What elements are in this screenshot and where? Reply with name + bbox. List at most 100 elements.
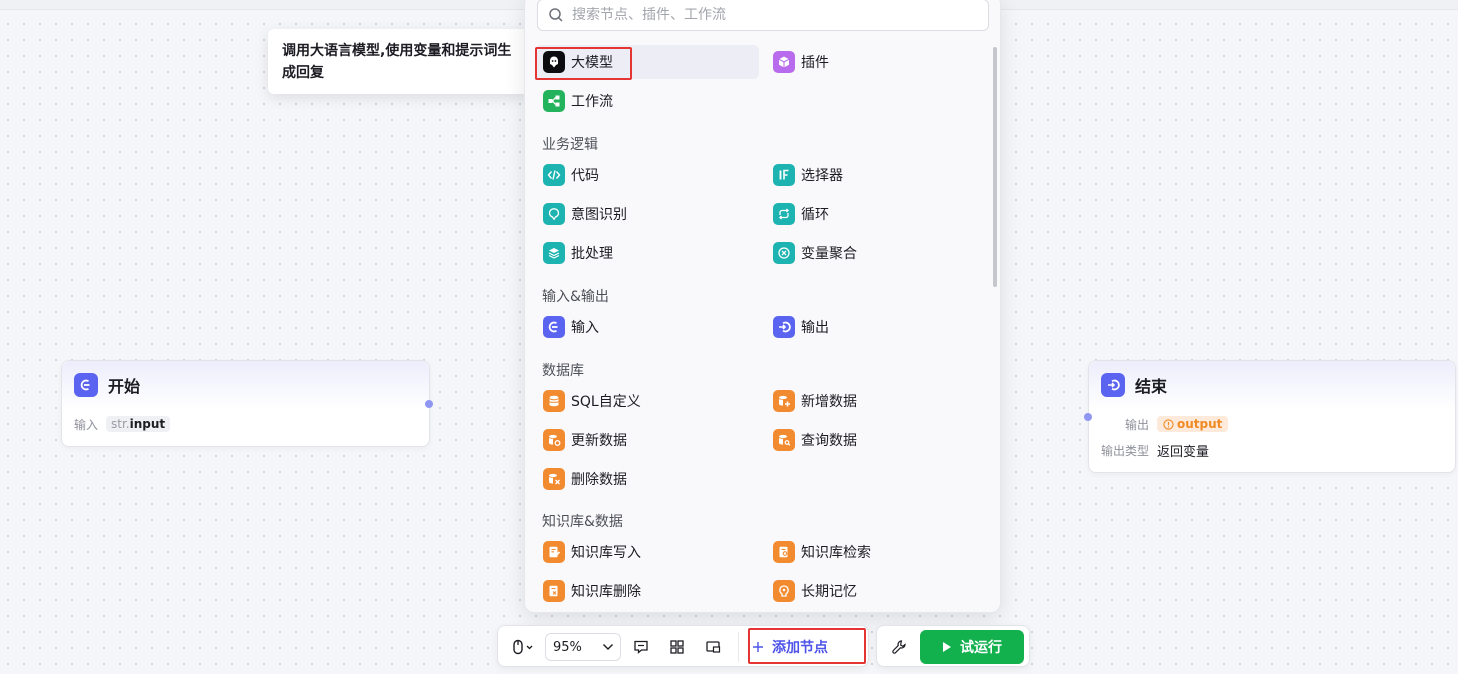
node-item-variable-merge-label: 变量聚合 [801, 246, 857, 262]
section-title-business-logic: 业务逻辑 [542, 137, 598, 153]
mouse-mode-button[interactable] [506, 635, 540, 659]
node-item-long-term-memory-label: 长期记忆 [801, 584, 857, 600]
chevron-down-icon [603, 644, 613, 650]
node-item-plugin-label: 插件 [801, 55, 829, 71]
llm-tooltip: 调用大语言模型,使用变量和提示词生成回复 [268, 29, 528, 94]
end-node-input-port[interactable] [1084, 413, 1092, 421]
section-title-io: 输入&输出 [542, 289, 609, 305]
start-node-title: 开始 [108, 377, 141, 396]
database-update-icon [543, 429, 565, 451]
node-item-workflow-label: 工作流 [571, 94, 613, 110]
node-item-query-data[interactable]: 查询数据 [765, 423, 985, 457]
zoom-select[interactable]: 95% [545, 633, 621, 661]
test-run-label: 试运行 [960, 640, 1002, 656]
node-item-delete-data-label: 删除数据 [571, 472, 627, 488]
node-item-knowledge-search[interactable]: 知识库检索 [765, 535, 985, 569]
node-item-update-data-label: 更新数据 [571, 433, 627, 449]
node-item-input[interactable]: 输入 [535, 310, 755, 344]
knowledge-write-icon [543, 541, 565, 563]
end-node-header: 结束 [1089, 361, 1455, 409]
node-item-knowledge-write-label: 知识库写入 [571, 545, 641, 561]
if-icon [773, 164, 795, 186]
knowledge-search-icon [773, 541, 795, 563]
node-item-llm[interactable]: 大模型 [535, 45, 759, 79]
section-title-database: 数据库 [542, 363, 584, 379]
canvas-toolbar: 95% 添加节点 [497, 625, 869, 667]
node-item-variable-merge[interactable]: 变量聚合 [765, 236, 985, 270]
node-item-delete-data[interactable]: 删除数据 [535, 462, 755, 496]
batch-layers-icon [543, 242, 565, 264]
warning-circle-icon [1163, 418, 1174, 430]
wrench-icon [892, 640, 906, 654]
node-item-sql-custom[interactable]: SQL自定义 [535, 384, 755, 418]
start-node-header: 开始 [62, 361, 429, 409]
knowledge-delete-icon [543, 580, 565, 602]
database-add-icon [773, 390, 795, 412]
node-item-insert-data[interactable]: 新增数据 [765, 384, 985, 418]
node-item-batch-label: 批处理 [571, 246, 613, 262]
code-icon [543, 164, 565, 186]
play-icon [943, 642, 951, 652]
node-item-selector[interactable]: 选择器 [765, 158, 985, 192]
workflow-icon [543, 90, 565, 112]
node-item-long-term-memory[interactable]: 长期记忆 [765, 574, 985, 608]
start-node-output-port[interactable] [425, 400, 433, 408]
minimap-button[interactable] [701, 635, 725, 659]
database-query-icon [773, 429, 795, 451]
end-node-title: 结束 [1135, 377, 1168, 396]
node-item-knowledge-search-label: 知识库检索 [801, 545, 871, 561]
node-item-input-label: 输入 [571, 320, 599, 336]
end-node-type-row: 输出类型 返回变量 [1089, 437, 1455, 463]
section-title-knowledge: 知识库&数据 [542, 514, 623, 530]
variable-merge-icon [773, 242, 795, 264]
node-item-update-data[interactable]: 更新数据 [535, 423, 755, 457]
node-item-loop[interactable]: 循环 [765, 197, 985, 231]
node-search-input[interactable] [572, 7, 978, 23]
node-item-output[interactable]: 输出 [765, 310, 985, 344]
node-item-sql-custom-label: SQL自定义 [571, 394, 641, 410]
loop-icon [773, 203, 795, 225]
llm-icon [543, 51, 565, 73]
minimap-icon [706, 641, 721, 653]
start-node[interactable]: 开始 输入 str.input [61, 360, 430, 447]
node-search-box[interactable] [537, 0, 989, 31]
node-item-workflow[interactable]: 工作流 [535, 84, 755, 118]
debug-tools-button[interactable] [887, 635, 911, 659]
auto-layout-button[interactable] [665, 635, 689, 659]
node-item-knowledge-delete[interactable]: 知识库删除 [535, 574, 755, 608]
end-node-icon [1101, 373, 1125, 397]
node-item-llm-label: 大模型 [571, 55, 613, 71]
zoom-value: 95% [553, 639, 582, 655]
plugin-cube-icon [773, 51, 795, 73]
start-input-type: str. [111, 417, 130, 431]
add-node-button[interactable]: 添加节点 [752, 635, 828, 659]
database-icon [543, 390, 565, 412]
node-item-intent[interactable]: 意图识别 [535, 197, 755, 231]
end-node-output-row: 输出 output [1089, 411, 1455, 437]
node-item-batch[interactable]: 批处理 [535, 236, 755, 270]
node-item-selector-label: 选择器 [801, 168, 843, 184]
search-icon [549, 8, 563, 22]
start-input-var: str.input [106, 416, 171, 432]
node-item-plugin[interactable]: 插件 [765, 45, 985, 79]
plus-icon [753, 642, 763, 652]
input-icon [543, 316, 565, 338]
end-output-type-value: 返回变量 [1157, 444, 1210, 460]
comment-icon [634, 640, 648, 654]
start-node-icon [74, 373, 98, 397]
node-item-code[interactable]: 代码 [535, 158, 755, 192]
run-toolbar: 试运行 [876, 625, 1030, 667]
comment-button[interactable] [629, 635, 653, 659]
end-output-type-label: 输出类型 [1101, 443, 1150, 458]
end-output-label: 输出 [1125, 417, 1150, 432]
memory-icon [773, 580, 795, 602]
layout-grid-icon [670, 640, 684, 654]
test-run-button[interactable]: 试运行 [920, 630, 1024, 664]
toolbar-divider [738, 632, 739, 662]
end-output-var-name: output [1177, 417, 1223, 431]
start-input-name: input [129, 417, 166, 431]
node-item-knowledge-delete-label: 知识库删除 [571, 584, 641, 600]
node-item-knowledge-write[interactable]: 知识库写入 [535, 535, 755, 569]
end-node[interactable]: 结束 输出 output 输出类型 返回变量 [1088, 360, 1456, 473]
panel-scrollbar[interactable] [993, 47, 997, 287]
